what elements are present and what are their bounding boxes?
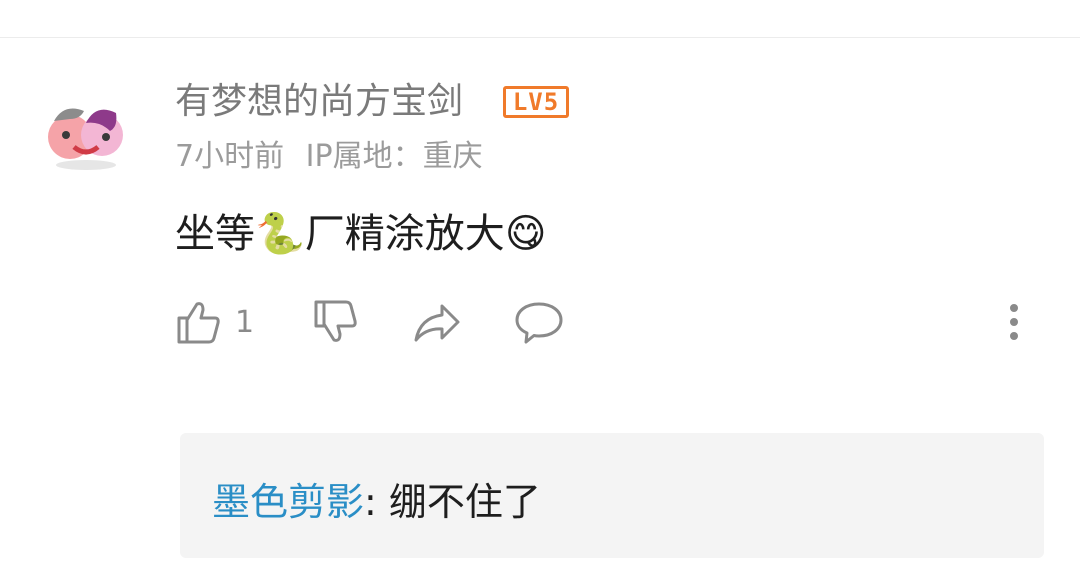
thumbs-down-icon: [314, 300, 357, 342]
comment-text-start: 坐等: [175, 211, 255, 257]
reply-preview-text: 墨色剪影: 绷不住了: [212, 477, 541, 527]
reply-button[interactable]: [514, 296, 564, 348]
avatar-image: [48, 108, 123, 170]
top-divider: [0, 37, 1080, 38]
share-icon: [414, 304, 460, 342]
ip-location: IP属地：重庆: [305, 139, 483, 174]
reply-preview[interactable]: 墨色剪影: 绷不住了: [180, 433, 1044, 558]
avatar[interactable]: [40, 97, 132, 171]
like-count: 1: [235, 304, 255, 340]
reply-username[interactable]: 墨色剪影: [212, 480, 364, 524]
snake-emoji: 🐍: [255, 211, 305, 257]
more-vertical-icon: [1010, 304, 1018, 340]
more-options-button[interactable]: [1002, 296, 1026, 348]
reply-separator: :: [364, 480, 389, 524]
comment-time: 7小时前: [175, 139, 285, 174]
thumbs-up-icon: [177, 302, 220, 344]
like-button[interactable]: 1: [175, 296, 254, 348]
yum-face-emoji: 😋: [504, 211, 547, 257]
comment-text: 坐等🐍厂精涂放大😋: [175, 208, 547, 260]
reply-content: 绷不住了: [388, 480, 541, 524]
share-button[interactable]: [412, 296, 462, 348]
comment-text-end: 厂精涂放大: [304, 211, 505, 257]
dislike-button[interactable]: [312, 296, 358, 348]
comment-meta: 7小时前 IP属地：重庆: [175, 136, 483, 178]
comment-bubble-icon: [515, 302, 563, 344]
username[interactable]: 有梦想的尚方宝剑: [175, 78, 463, 126]
level-badge: LV5: [503, 86, 569, 118]
